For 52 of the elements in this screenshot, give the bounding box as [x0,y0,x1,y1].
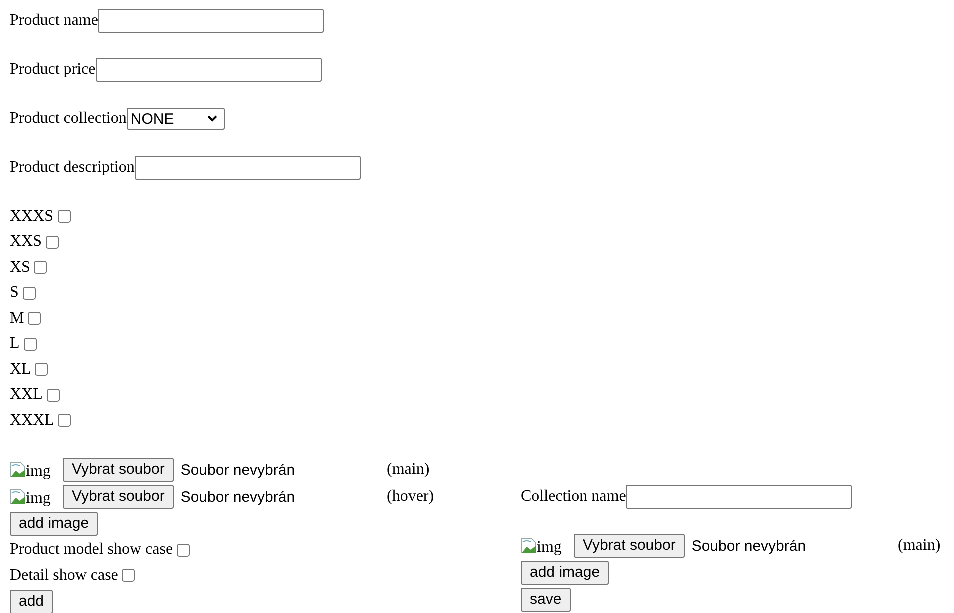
option-label: Product model show case [10,541,174,560]
option-label: XL [10,360,32,379]
add-image-button[interactable]: add image [521,561,610,585]
file-status-text: Soubor nevybrán [180,488,296,506]
text-field[interactable] [96,58,322,82]
choose-file-button[interactable]: Vybrat soubor [574,534,685,558]
checkbox[interactable] [46,388,60,402]
option-label: M [10,310,24,328]
broken-image-icon [10,489,26,505]
image-alt-text: img [26,490,51,508]
broken-image-icon [521,538,537,554]
option-label: L [10,335,20,354]
text-field[interactable] [626,484,852,508]
option-label: XXXL [10,412,54,430]
option-label: XXXS [10,208,54,226]
save-button[interactable]: save [521,588,571,612]
choose-file-button[interactable]: Vybrat soubor [63,485,174,509]
option-label: XXL [10,386,43,404]
file-status-text: Soubor nevybrán [180,462,296,478]
choose-file-button[interactable]: Vybrat soubor [63,458,174,482]
option-label: XXS [10,233,42,252]
text-field[interactable] [134,156,361,180]
field-label: Product name [10,12,98,30]
add-button[interactable]: add [10,590,54,613]
image-role-label: (main) [387,461,430,479]
checkbox[interactable] [58,210,71,224]
option-label: XS [10,258,30,277]
checkbox[interactable] [34,261,48,274]
option-label: Detail show case [10,566,118,585]
add-image-button[interactable]: add image [10,512,98,536]
checkbox[interactable] [28,312,42,326]
field-label: Product description [10,159,135,177]
image-role-label: (main) [898,537,941,555]
checkbox[interactable] [22,286,36,300]
chevron-down-icon [206,115,218,123]
checkbox[interactable] [58,414,72,428]
broken-image-icon [10,462,26,478]
field-label: Product collection [10,110,127,128]
checkbox[interactable] [46,236,60,249]
file-status-text: Soubor nevybrán [692,538,806,554]
checkbox[interactable] [177,544,190,557]
checkbox[interactable] [35,363,48,376]
checkbox[interactable] [122,569,136,582]
image-role-label: (hover) [387,488,434,506]
image-alt-text: img [537,539,562,557]
select-field[interactable]: NONE [126,108,225,130]
image-alt-text: img [26,463,51,481]
text-field[interactable] [98,9,324,33]
field-label: Product price [10,61,96,79]
option-label: S [10,284,19,302]
field-label: Collection name [521,488,626,506]
checkbox[interactable] [24,338,37,351]
